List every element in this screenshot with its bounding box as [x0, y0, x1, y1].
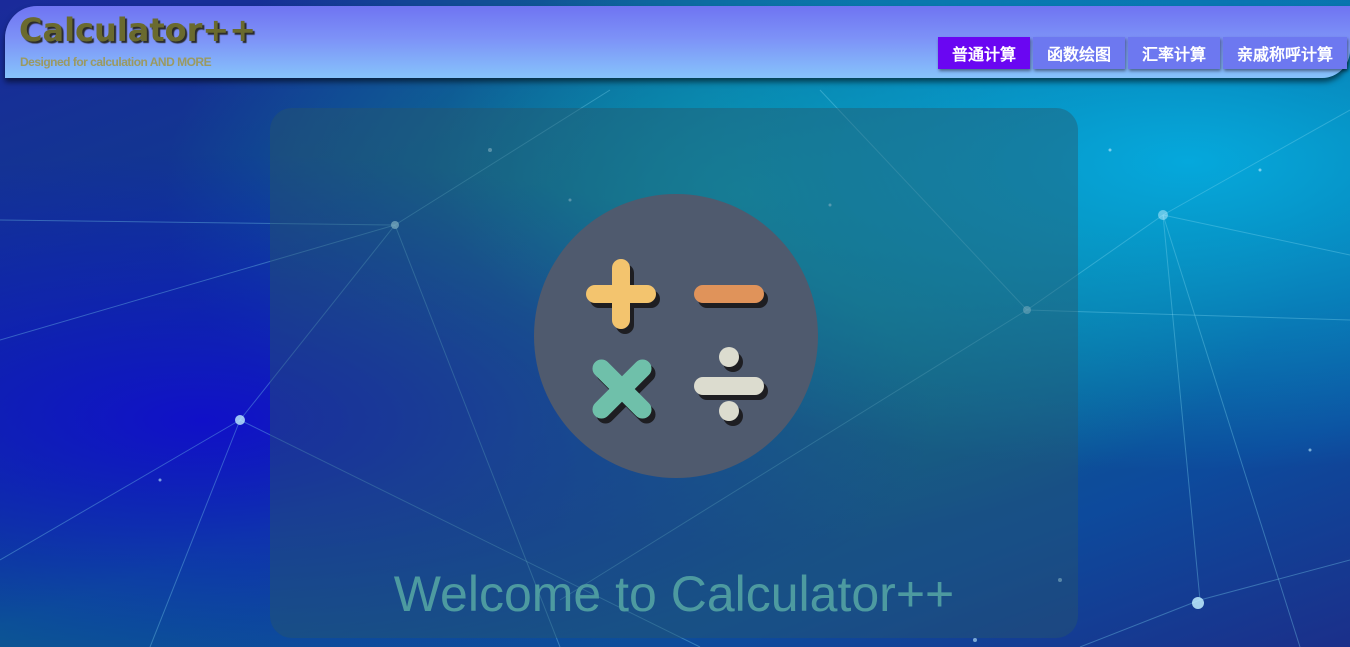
tab-exchange-rate[interactable]: 汇率计算: [1127, 37, 1220, 69]
welcome-panel: Welcome to Calculator++: [270, 108, 1078, 638]
app-subtitle: Designed for calculation AND MORE: [20, 55, 212, 69]
tab-function-plot[interactable]: 函数绘图: [1032, 37, 1125, 69]
calculator-logo: [534, 194, 818, 478]
main-nav: 普通计算 函数绘图 汇率计算 亲戚称呼计算: [937, 37, 1347, 69]
app-page: Calculator++ Designed for calculation AN…: [0, 0, 1350, 647]
tab-relative-titles[interactable]: 亲戚称呼计算: [1222, 37, 1347, 69]
tab-normal-calculation[interactable]: 普通计算: [937, 37, 1030, 69]
app-title: Calculator++: [19, 11, 257, 49]
calculator-operators-icon: [586, 259, 768, 426]
welcome-text: Welcome to Calculator++: [393, 566, 955, 622]
app-header: Calculator++ Designed for calculation AN…: [5, 6, 1350, 78]
